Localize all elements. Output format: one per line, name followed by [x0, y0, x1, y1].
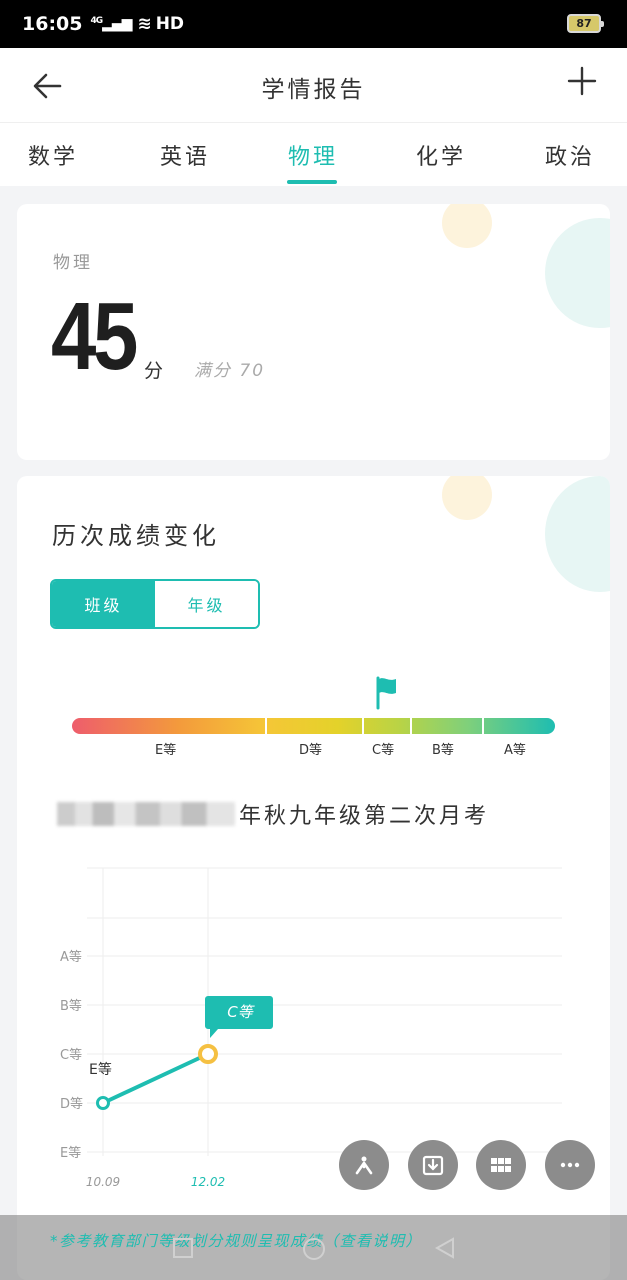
grade-label-e: E等 — [155, 743, 177, 758]
exam-name: 年秋九年级第二次月考 — [57, 798, 489, 830]
wifi-icon: ≋ — [137, 14, 152, 34]
tab-physics[interactable]: 物理 — [258, 139, 368, 171]
fab-row — [0, 1140, 627, 1190]
download-button[interactable] — [408, 1140, 458, 1190]
battery-icon: 87 — [567, 14, 604, 33]
redacted-text — [57, 802, 235, 826]
tab-english[interactable]: 英语 — [130, 139, 240, 171]
data-point-highlight — [198, 1044, 218, 1064]
data-point — [96, 1096, 110, 1110]
recent-apps-icon[interactable] — [172, 1237, 194, 1259]
decor-circle — [545, 476, 610, 592]
more-icon — [560, 1162, 580, 1168]
grade-separator — [410, 718, 412, 734]
toggle-class[interactable]: 班级 — [52, 581, 155, 627]
app-header: 学情报告 — [0, 48, 627, 122]
decor-circle — [442, 476, 492, 520]
y-tick-label: D等 — [60, 1096, 83, 1112]
score-card: 物理 45 分 满分 70 — [17, 204, 610, 460]
tab-chemistry[interactable]: 化学 — [386, 139, 496, 171]
grade-label-d: D等 — [299, 743, 323, 758]
home-icon[interactable] — [302, 1237, 326, 1261]
decor-circle — [545, 218, 610, 328]
data-label: E等 — [89, 1061, 112, 1078]
y-tick-label: A等 — [60, 949, 82, 965]
grade-label-a: A等 — [504, 743, 526, 758]
hd-indicator: HD — [155, 14, 185, 34]
toggle-grade[interactable]: 年级 — [155, 581, 258, 627]
y-tick-label: B等 — [60, 998, 82, 1014]
plus-icon[interactable] — [565, 64, 599, 98]
flag-icon — [376, 676, 396, 710]
exam-name-text: 年秋九年级第二次月考 — [239, 804, 490, 829]
grading-footnote[interactable]: *参考教育部门等级划分规则呈现成绩（查看说明） — [50, 1230, 422, 1251]
section-title: 历次成绩变化 — [52, 522, 220, 550]
grade-label-c: C等 — [372, 743, 395, 758]
grid-icon — [491, 1158, 511, 1172]
subject-label: 物理 — [53, 253, 93, 273]
share-icon — [355, 1156, 373, 1175]
y-tick-label: C等 — [60, 1047, 82, 1063]
score-unit: 分 — [144, 360, 164, 382]
tab-politics[interactable]: 政治 — [515, 139, 625, 171]
grade-scale-bar — [72, 718, 555, 734]
grade-separator — [482, 718, 484, 734]
active-tab-indicator — [287, 180, 337, 184]
grade-separator — [362, 718, 364, 734]
grade-label-b: B等 — [432, 743, 454, 758]
signal-icon: 4G▂▄▆ — [90, 16, 132, 32]
decor-circle — [442, 204, 492, 248]
grid-button[interactable] — [476, 1140, 526, 1190]
nav-back-icon[interactable] — [434, 1237, 456, 1259]
subject-tabs: 数学 英语 物理 化学 政治 — [0, 122, 627, 186]
page-title: 学情报告 — [261, 77, 366, 103]
battery-level: 87 — [576, 17, 592, 30]
tooltip-label: C等 — [227, 1003, 255, 1021]
series-line — [101, 1052, 210, 1105]
status-bar: 16:05 4G▂▄▆ ≋ HD 87 — [0, 0, 627, 48]
share-button[interactable] — [339, 1140, 389, 1190]
more-button[interactable] — [545, 1140, 595, 1190]
status-time: 16:05 — [22, 13, 83, 35]
tab-math[interactable]: 数学 — [0, 139, 108, 171]
full-score: 满分 70 — [194, 361, 266, 381]
grade-separator — [265, 718, 267, 734]
score-value: 45 — [51, 283, 138, 390]
download-icon — [422, 1155, 444, 1176]
scope-toggle: 班级 年级 — [50, 579, 260, 629]
